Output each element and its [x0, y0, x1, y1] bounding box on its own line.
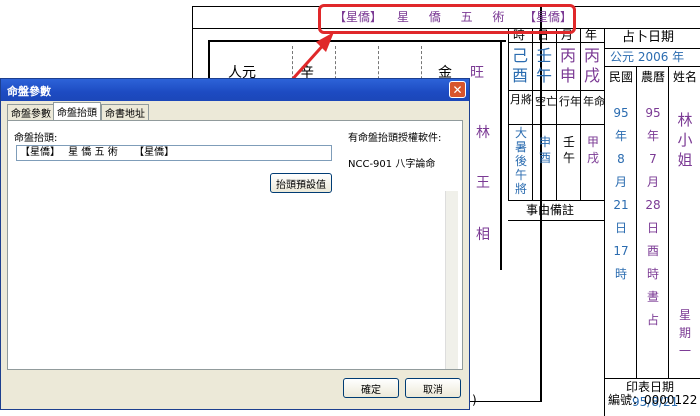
default-header-button[interactable]: 抬頭預設值: [270, 173, 332, 193]
header-field-label: 命盤抬頭:: [14, 133, 58, 144]
cancel-button[interactable]: 取消: [405, 378, 461, 398]
licensed-list-scrollbar[interactable]: [445, 191, 458, 369]
close-button[interactable]: ✕: [449, 81, 466, 98]
chart-parameters-dialog: 命盤參數 ✕ 命盤參數 命盤抬頭 命書地址 命盤抬頭: 【星僑】 星 僑 五 術…: [0, 78, 470, 410]
licensed-software-label: 有命盤抬頭授權軟件:: [348, 133, 442, 144]
tab-book-address[interactable]: 命書地址: [101, 104, 149, 120]
header-input[interactable]: 【星僑】 星 僑 五 術 【星僑】: [16, 145, 332, 161]
dialog-title: 命盤參數: [7, 85, 51, 98]
tab-panel: 命盤抬頭: 【星僑】 星 僑 五 術 【星僑】 抬頭預設值 有命盤抬頭授權軟件:…: [7, 120, 463, 370]
tab-chart-header[interactable]: 命盤抬頭: [53, 102, 101, 120]
ok-button[interactable]: 確定: [343, 378, 399, 398]
dialog-titlebar[interactable]: 命盤參數 ✕: [1, 79, 469, 101]
close-icon: ✕: [452, 82, 463, 97]
tab-chart-parameters[interactable]: 命盤參數: [7, 104, 55, 120]
licensed-software-value: NCC-901 八字論命: [348, 159, 436, 170]
